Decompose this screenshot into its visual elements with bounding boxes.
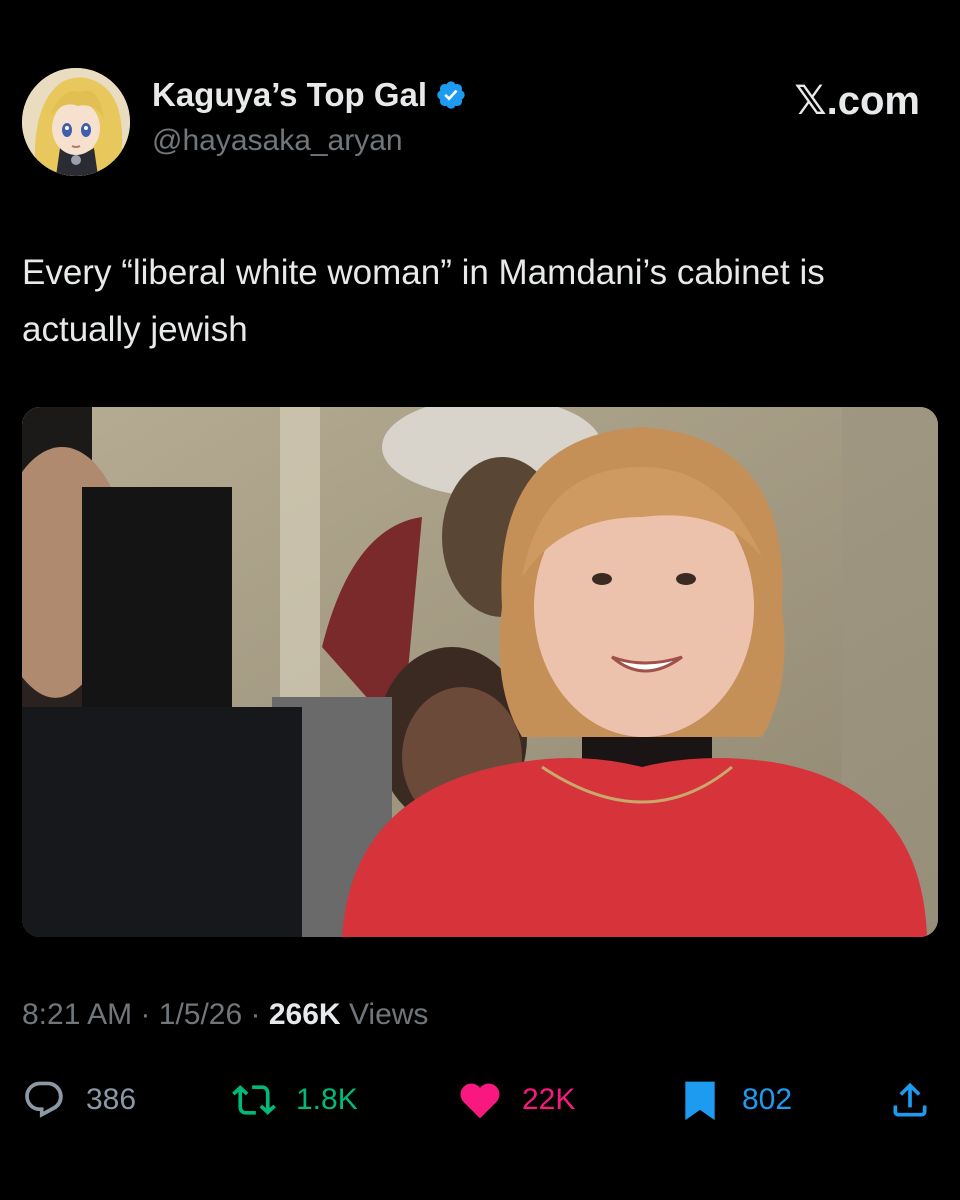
author-name-text: Kaguya’s Top Gal xyxy=(152,76,428,113)
bookmark-icon xyxy=(685,1081,715,1121)
like-count: 22K xyxy=(522,1083,576,1116)
photo-illustration xyxy=(22,407,938,937)
brand-watermark: 𝕏.com xyxy=(794,79,920,123)
retweet-button[interactable]: 1.8K xyxy=(232,1072,358,1128)
meta-separator: · xyxy=(250,998,261,1031)
author-display-name[interactable]: Kaguya’s Top Gal xyxy=(152,76,467,114)
tweet-photo[interactable] xyxy=(22,407,938,937)
retweet-icon xyxy=(232,1085,276,1115)
share-button[interactable] xyxy=(888,1072,932,1128)
retweet-count: 1.8K xyxy=(296,1083,358,1116)
reply-count: 386 xyxy=(86,1083,137,1116)
heart-icon xyxy=(460,1083,500,1119)
tweet-meta: 8:21 AM · 1/5/26 · 266K Views xyxy=(22,998,428,1032)
views-count: 266K xyxy=(268,998,341,1031)
tweet-time[interactable]: 8:21 AM xyxy=(22,998,132,1031)
author-avatar[interactable] xyxy=(22,68,130,176)
tweet-date[interactable]: 1/5/26 xyxy=(159,998,242,1031)
tweet-text: Every “liberal white woman” in Mamdani’s… xyxy=(22,253,825,349)
reply-icon xyxy=(25,1081,63,1118)
meta-separator: · xyxy=(140,998,151,1031)
author-handle[interactable]: @hayasaka_aryan xyxy=(152,124,403,158)
bookmark-button[interactable]: 802 xyxy=(678,1072,792,1128)
verified-badge-icon xyxy=(437,81,465,109)
reply-button[interactable]: 386 xyxy=(22,1072,136,1128)
action-bar: 386 1.8K 22K 802 xyxy=(0,1072,960,1128)
like-button[interactable]: 22K xyxy=(458,1072,575,1128)
share-icon xyxy=(893,1082,927,1117)
anime-avatar-icon xyxy=(22,68,130,176)
views-label: Views xyxy=(348,998,429,1031)
bookmark-count: 802 xyxy=(742,1083,793,1116)
